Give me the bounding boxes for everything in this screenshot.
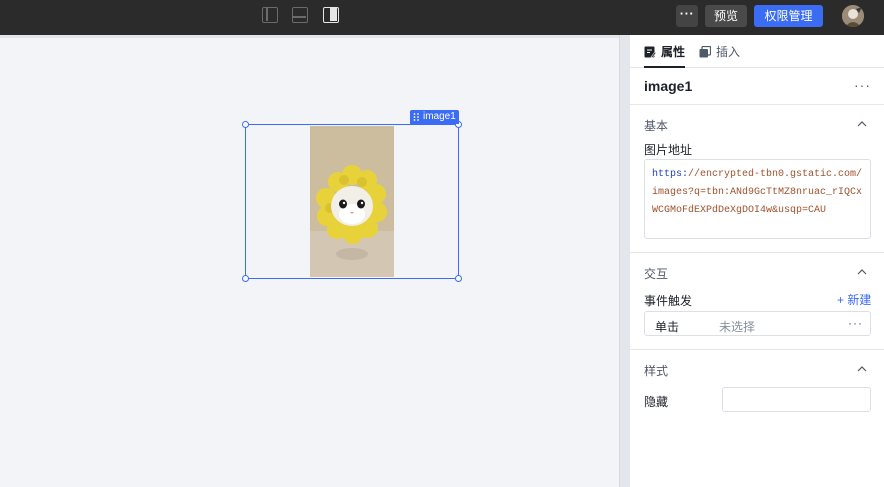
- event-more-button[interactable]: ···: [848, 316, 863, 330]
- event-name: 单击: [655, 320, 680, 334]
- chevron-up-icon[interactable]: [857, 267, 867, 277]
- resize-handle-bottom-left[interactable]: [242, 275, 249, 282]
- preview-button[interactable]: 预览: [705, 5, 747, 27]
- tab-properties[interactable]: 属性: [644, 44, 685, 64]
- properties-icon: [644, 46, 656, 58]
- selected-component-tag[interactable]: image1: [410, 110, 459, 124]
- resize-handle-top-left[interactable]: [242, 121, 249, 128]
- event-trigger-label: 事件触发: [644, 294, 693, 308]
- properties-panel: 属性 插入 image1 ··· 基本 图片地址 https://encrypt…: [630, 35, 884, 487]
- chevron-up-icon[interactable]: [857, 119, 867, 129]
- bottom-panel-layout-icon[interactable]: [292, 7, 308, 23]
- left-panel-layout-icon[interactable]: [262, 7, 278, 23]
- component-name: image1: [644, 78, 693, 94]
- section-interaction-title: 交互: [644, 267, 669, 281]
- event-row[interactable]: 单击 未选择 ···: [644, 311, 871, 336]
- top-toolbar: ··· 预览 权限管理: [0, 0, 884, 35]
- event-action-value: 未选择: [719, 320, 756, 334]
- tab-insert-label: 插入: [716, 45, 741, 59]
- resize-handle-bottom-right[interactable]: [455, 275, 462, 282]
- avatar[interactable]: [842, 5, 864, 27]
- hidden-label: 隐藏: [644, 395, 669, 409]
- more-button[interactable]: ···: [676, 5, 698, 27]
- panel-resize-handle[interactable]: [619, 35, 630, 487]
- active-tab-indicator: [644, 66, 685, 68]
- panel-tabs: 属性 插入: [630, 35, 884, 68]
- drag-grip-icon: [413, 113, 419, 121]
- tab-insert[interactable]: 插入: [699, 44, 740, 64]
- component-more-button[interactable]: ···: [854, 78, 871, 92]
- right-panel-layout-icon[interactable]: [323, 7, 339, 23]
- new-event-button[interactable]: + 新建: [837, 291, 871, 308]
- section-basic-title: 基本: [644, 119, 669, 133]
- tab-properties-label: 属性: [661, 45, 686, 59]
- image-url-field[interactable]: https://encrypted-tbn0.gstatic.com/image…: [644, 159, 871, 239]
- selected-component-tag-label: image1: [423, 111, 456, 122]
- section-style-title: 样式: [644, 364, 669, 378]
- selection-box[interactable]: [245, 124, 459, 279]
- chevron-up-icon[interactable]: [857, 364, 867, 374]
- avatar-image: [842, 5, 864, 27]
- hidden-input[interactable]: [722, 387, 871, 412]
- image-url-protocol: https:: [652, 169, 689, 180]
- permission-management-button[interactable]: 权限管理: [754, 5, 823, 27]
- insert-icon: [699, 46, 711, 58]
- image-url-label: 图片地址: [644, 143, 693, 157]
